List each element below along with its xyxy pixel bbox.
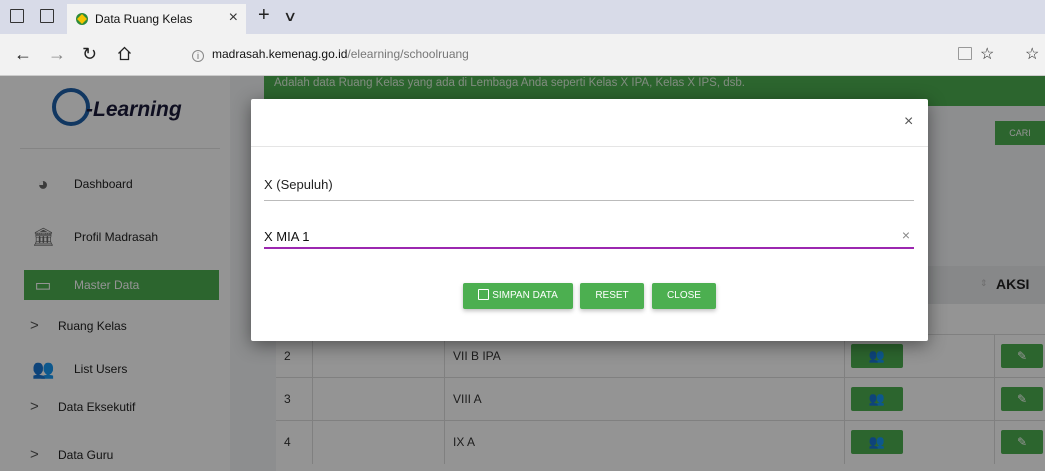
forward-icon[interactable]: → [48,44,66,64]
close-button[interactable]: CLOSE [652,283,716,309]
home-icon[interactable] [117,46,132,61]
close-icon[interactable]: × [904,113,913,131]
address-bar: ← → ↻ i madrasah.kemenag.go.id/elearning/… [0,34,1045,76]
class-name-field[interactable]: × [264,225,914,249]
favorite-star-icon[interactable]: ☆ [980,44,994,64]
divider [251,146,928,147]
site-info-icon[interactable]: i [192,50,204,62]
url-path: /elearning/schoolruang [347,47,469,61]
reset-button[interactable]: RESET [580,283,644,309]
add-class-dialog: × X (Sepuluh) × SIMPAN DATA RESET CLOSE [251,99,928,341]
floppy-disk-icon [478,289,490,300]
level-field[interactable]: X (Sepuluh) [264,177,914,201]
reading-view-icon[interactable] [958,47,972,60]
favorites-list-icon[interactable]: ☆ [1025,44,1039,64]
clear-input-icon[interactable]: × [902,227,910,243]
new-tab-icon[interactable]: + [258,4,270,26]
set-aside-tabs-icon[interactable] [40,9,54,23]
page: -Learning ◕ Dashboard 🏛 Profil Madrasah … [0,76,1045,471]
back-icon[interactable]: ← [14,44,32,64]
browser-tab[interactable]: Data Ruang Kelas × [67,4,246,34]
class-name-input[interactable] [264,225,884,247]
tab-actions-icon[interactable] [10,9,24,23]
save-label: SIMPAN DATA [492,290,558,301]
url-host: madrasah.kemenag.go.id [212,47,348,61]
tab-list-chevron-icon[interactable]: ∨ [283,6,297,26]
tab-title: Data Ruang Kelas [95,12,193,26]
browser-tab-bar: Data Ruang Kelas × + ∨ [0,0,1045,34]
tab-close-icon[interactable]: × [229,9,238,27]
kemenag-favicon-icon [76,13,88,25]
save-button[interactable]: SIMPAN DATA [463,283,573,309]
url-field[interactable]: i madrasah.kemenag.go.id/elearning/school… [192,47,469,62]
refresh-icon[interactable]: ↻ [82,44,97,64]
